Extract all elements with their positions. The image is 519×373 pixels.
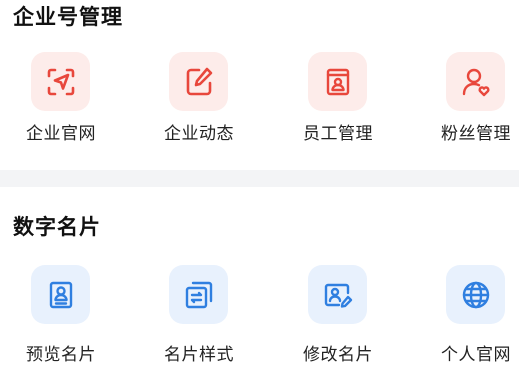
personal-website-button[interactable]: 个人官网 bbox=[416, 263, 519, 373]
enterprise-news-button[interactable]: 企业动态 bbox=[139, 52, 259, 162]
digital-card-section: 数字名片 预览名片 名片样式 修改名片 个人官网 bbox=[0, 187, 519, 365]
fans-management-button[interactable]: 粉丝管理 bbox=[416, 52, 519, 162]
enterprise-website-label: 企业官网 bbox=[26, 124, 96, 144]
edit-icon bbox=[169, 52, 228, 111]
personal-website-label: 个人官网 bbox=[441, 345, 511, 365]
card-style-button[interactable]: 名片样式 bbox=[139, 263, 259, 373]
digital-card-section-title: 数字名片 bbox=[13, 215, 101, 239]
send-icon bbox=[31, 52, 90, 111]
enterprise-grid: 企业官网 企业动态 员工管理 粉丝管理 bbox=[0, 52, 519, 162]
preview-card-label: 预览名片 bbox=[26, 345, 96, 365]
preview-card-button[interactable]: 预览名片 bbox=[1, 263, 121, 373]
staff-management-label: 员工管理 bbox=[303, 124, 373, 144]
card-style-label: 名片样式 bbox=[164, 345, 234, 365]
edit-card-label: 修改名片 bbox=[303, 345, 373, 365]
edit-card-button[interactable]: 修改名片 bbox=[278, 263, 398, 373]
section-divider bbox=[0, 170, 519, 187]
fans-management-label: 粉丝管理 bbox=[441, 124, 511, 144]
enterprise-website-button[interactable]: 企业官网 bbox=[1, 52, 121, 162]
contact-card-icon bbox=[31, 265, 90, 324]
user-heart-icon bbox=[446, 52, 505, 111]
globe-icon bbox=[446, 265, 505, 324]
staff-management-button[interactable]: 员工管理 bbox=[278, 52, 398, 162]
enterprise-section-title: 企业号管理 bbox=[13, 5, 123, 29]
enterprise-news-label: 企业动态 bbox=[164, 124, 234, 144]
enterprise-section: 企业号管理 企业官网 企业动态 员工管理 粉丝管理 bbox=[0, 0, 519, 170]
staff-card-icon bbox=[308, 52, 367, 111]
digital-card-grid: 预览名片 名片样式 修改名片 个人官网 bbox=[0, 263, 519, 373]
edit-card-icon bbox=[308, 265, 367, 324]
card-style-icon bbox=[169, 265, 228, 324]
